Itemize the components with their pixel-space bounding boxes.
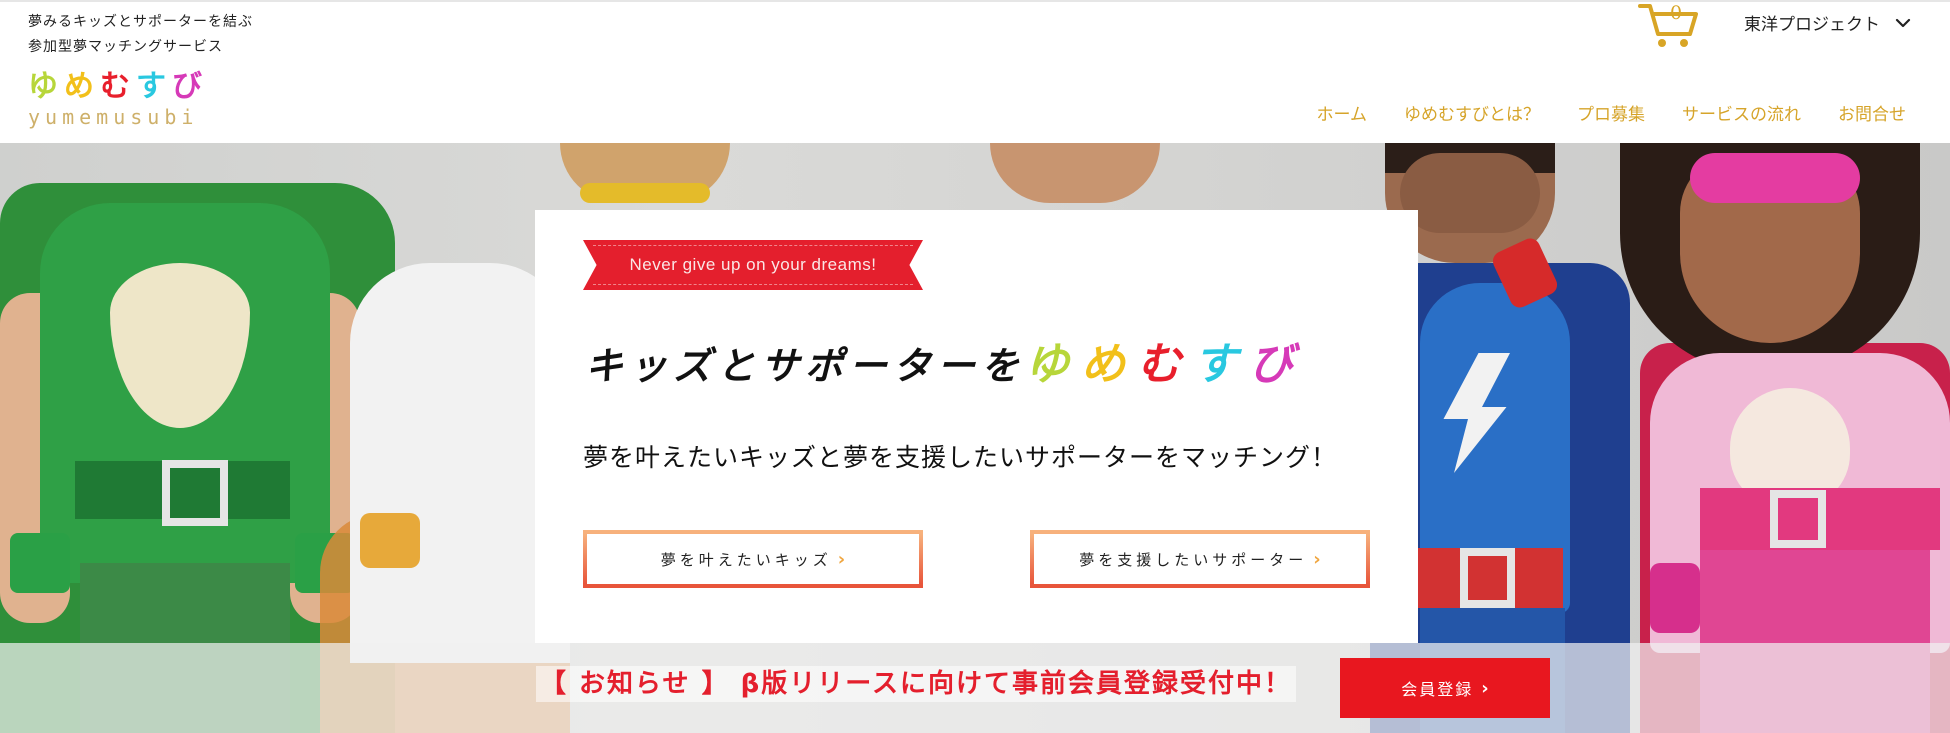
logo-kana-char: び xyxy=(172,69,208,104)
kids-cta-button[interactable]: 夢を叶えたいキッズ › xyxy=(583,530,923,588)
supporters-cta-button[interactable]: 夢を支援したいサポーター › xyxy=(1030,530,1370,588)
headline-kana-char: む xyxy=(1137,339,1194,390)
logo-kana-char: ゆ xyxy=(28,69,64,104)
hero-headline: キッズとサポーターをゆめむすび xyxy=(585,328,1305,392)
headline-kana-char: す xyxy=(1193,339,1250,390)
nav-item-pro-recruit[interactable]: プロ募集 xyxy=(1577,100,1645,125)
kid-gold-cuff xyxy=(360,513,420,568)
kid-yellow-mask xyxy=(580,183,710,203)
kid-green-buckle xyxy=(162,460,228,526)
logo-kana-char: め xyxy=(64,69,100,104)
headline-kana-char: め xyxy=(1081,339,1138,390)
chevron-right-icon: › xyxy=(1313,548,1321,570)
hero-subcopy: 夢を叶えたいキッズと夢を支援したいサポーターをマッチング！ xyxy=(583,443,1338,472)
logo-roman: yumemusubi xyxy=(28,105,199,129)
kids-cta-label: 夢を叶えたいキッズ xyxy=(660,550,832,569)
headline-text: キッズとサポーターを xyxy=(585,343,1026,388)
kid-belt-buckle xyxy=(1770,490,1826,548)
headline-kana-char: び xyxy=(1249,339,1306,390)
kid-belt-buckle xyxy=(1460,548,1515,608)
chevron-right-icon: › xyxy=(1481,677,1489,699)
register-button[interactable]: 会員登録 › xyxy=(1340,658,1550,718)
main-nav: ホーム ゆめむすびとは？ プロ募集 サービスの流れ お問合せ xyxy=(1280,100,1907,125)
notice-text: 【 お知らせ 】 β版リリースに向けて事前会員登録受付中！ xyxy=(536,666,1296,702)
nav-item-home[interactable]: ホーム xyxy=(1317,100,1368,125)
headline-kana: ゆめむすび xyxy=(1025,339,1305,390)
kid-green-cuff xyxy=(10,533,70,593)
nav-item-about[interactable]: ゆめむすびとは？ xyxy=(1404,100,1540,125)
headline-kana-char: ゆ xyxy=(1025,339,1082,390)
notice-bar: 【 お知らせ 】 β版リリースに向けて事前会員登録受付中！ 会員登録 › xyxy=(0,643,1950,733)
nav-item-contact[interactable]: お問合せ xyxy=(1838,100,1906,125)
cart-button[interactable]: 0 xyxy=(1638,0,1698,50)
site-header: 夢みるキッズとサポーターを結ぶ 参加型夢マッチングサービス ゆめむすび yume… xyxy=(0,0,1950,143)
slogan-ribbon: Never give up on your dreams! xyxy=(583,240,923,290)
logo-kana-char: む xyxy=(100,69,136,104)
hero-card: Never give up on your dreams! キッズとサポーターを… xyxy=(535,210,1418,643)
account-menu[interactable]: 東洋プロジェクト xyxy=(1744,10,1912,35)
supporters-cta-label: 夢を支援したいサポーター xyxy=(1079,550,1308,569)
nav-item-service-flow[interactable]: サービスの流れ xyxy=(1682,100,1801,125)
tagline-line-2: 参加型夢マッチングサービス xyxy=(28,39,223,55)
logo-kana-char: す xyxy=(136,69,172,104)
tagline-line-1: 夢みるキッズとサポーターを結ぶ xyxy=(28,14,253,30)
kid-pink-cuff xyxy=(1650,563,1700,633)
chevron-down-icon xyxy=(1895,18,1911,27)
logo-kana: ゆめむすび xyxy=(28,70,208,104)
register-label: 会員登録 xyxy=(1401,680,1474,699)
cart-count: 0 xyxy=(1669,2,1683,24)
slogan-text: Never give up on your dreams! xyxy=(629,255,877,274)
kid-pink-mask xyxy=(1690,153,1860,203)
chevron-right-icon: › xyxy=(837,548,846,570)
site-logo[interactable]: ゆめむすび yumemusubi xyxy=(28,70,208,130)
account-name: 東洋プロジェクト xyxy=(1744,15,1880,35)
kid-covering-eyes xyxy=(1400,153,1540,233)
site-tagline: 夢みるキッズとサポーターを結ぶ 参加型夢マッチングサービス xyxy=(28,10,253,60)
